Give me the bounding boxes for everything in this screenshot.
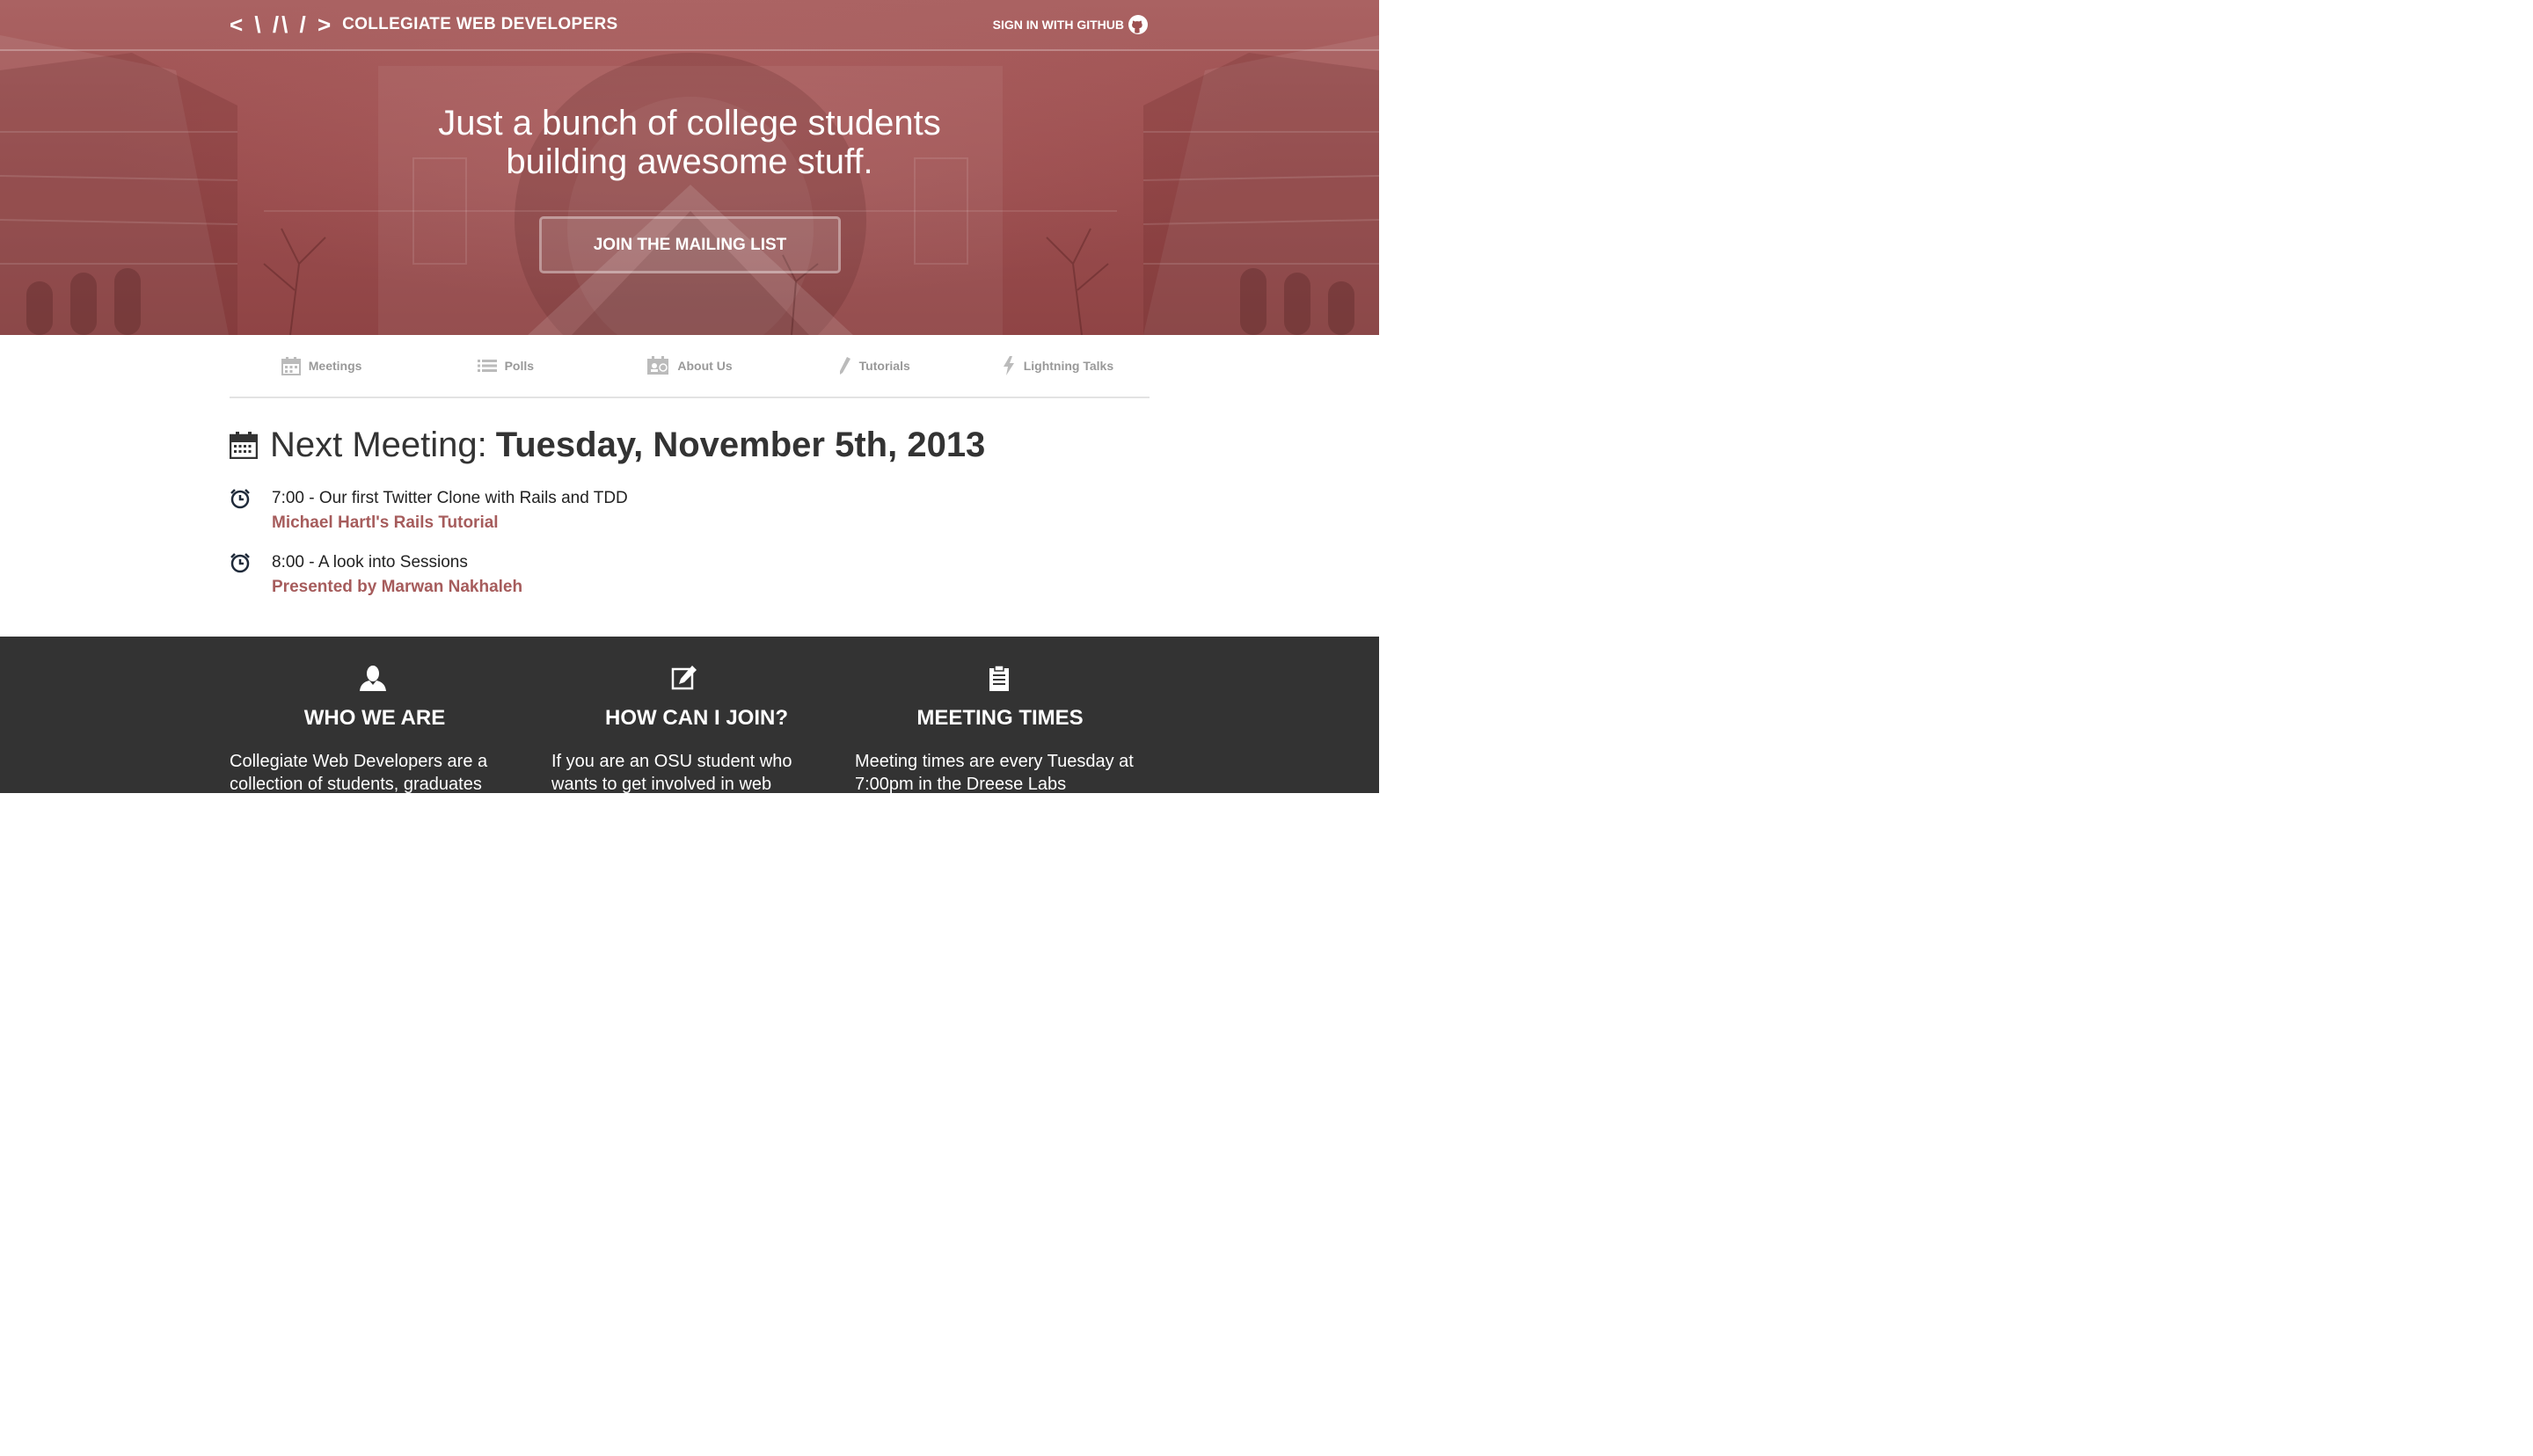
info-heading: MEETING TIMES	[916, 706, 1084, 730]
id-card-icon	[647, 356, 669, 375]
signin-label: SIGN IN WITH GITHUB	[992, 18, 1124, 32]
calendar-icon	[281, 357, 301, 375]
pencil-icon	[839, 357, 850, 375]
nav-label-meetings: Meetings	[308, 359, 362, 373]
nav-item-lightning-talks[interactable]: Lightning Talks	[966, 335, 1150, 397]
info-text: Collegiate Web Developers are a collecti…	[230, 752, 488, 793]
info-text: Meeting times are every Tuesday at 7:00p…	[855, 752, 1134, 793]
join-mailing-list-button[interactable]: JOIN THE MAILING LIST	[539, 216, 841, 273]
nav-item-polls[interactable]: Polls	[413, 335, 597, 397]
site-logo[interactable]: < \ /\ / > COLLEGIATE WEB DEVELOPERS	[230, 11, 618, 38]
hero-headline-line2: building awesome stuff.	[506, 142, 873, 181]
nav-label-lightning-talks: Lightning Talks	[1023, 359, 1114, 373]
meeting-agenda: 7:00 - Our first Twitter Clone with Rail…	[230, 488, 933, 616]
agenda-title: 7:00 - Our first Twitter Clone with Rail…	[272, 489, 628, 507]
section-nav: Meetings Polls About Us Tutorials Lightn…	[230, 335, 1150, 398]
agenda-item: 7:00 - Our first Twitter Clone with Rail…	[230, 488, 933, 552]
agenda-item: 8:00 - A look into Sessions Presented by…	[230, 552, 933, 616]
lightning-icon	[1003, 356, 1014, 375]
info-text: If you are an OSU student who wants to g…	[551, 752, 792, 793]
hero-banner: < \ /\ / > COLLEGIATE WEB DEVELOPERS SIG…	[0, 0, 1379, 335]
site-name: COLLEGIATE WEB DEVELOPERS	[342, 15, 618, 33]
clipboard-icon	[989, 665, 1009, 691]
alarm-clock-icon	[230, 553, 250, 573]
nav-label-about-us: About Us	[677, 359, 733, 373]
info-heading: WHO WE ARE	[303, 706, 446, 730]
agenda-presenter-link[interactable]: Presented by Marwan Nakhaleh	[272, 578, 522, 597]
logo-mark: < \ /\ / >	[230, 11, 334, 38]
info-heading: HOW CAN I JOIN?	[605, 706, 788, 730]
nav-label-tutorials: Tutorials	[858, 359, 910, 373]
next-meeting-label: Next Meeting:	[270, 425, 487, 464]
nav-item-about-us[interactable]: About Us	[597, 335, 781, 397]
edit-icon	[671, 666, 697, 690]
list-icon	[477, 360, 497, 372]
nav-item-meetings[interactable]: Meetings	[230, 335, 413, 397]
info-section: WHO WE ARE Collegiate Web Developers are…	[0, 637, 1379, 793]
next-meeting-heading: Next Meeting: Tuesday, November 5th, 201…	[230, 426, 985, 464]
calendar-icon	[230, 432, 258, 459]
hero-headline: Just a bunch of college students buildin…	[0, 104, 1379, 181]
nav-item-tutorials[interactable]: Tutorials	[782, 335, 966, 397]
alarm-clock-icon	[230, 489, 250, 509]
agenda-title: 8:00 - A look into Sessions	[272, 553, 468, 571]
agenda-presenter-link[interactable]: Michael Hartl's Rails Tutorial	[272, 513, 499, 533]
next-meeting-date: Tuesday, November 5th, 2013	[495, 425, 986, 464]
top-bar: < \ /\ / > COLLEGIATE WEB DEVELOPERS SIG…	[0, 0, 1379, 51]
github-signin-button[interactable]: SIGN IN WITH GITHUB	[993, 13, 1149, 36]
person-icon	[360, 666, 386, 691]
github-icon	[1128, 15, 1148, 34]
hero-headline-line1: Just a bunch of college students	[438, 104, 941, 142]
nav-label-polls: Polls	[504, 359, 535, 373]
